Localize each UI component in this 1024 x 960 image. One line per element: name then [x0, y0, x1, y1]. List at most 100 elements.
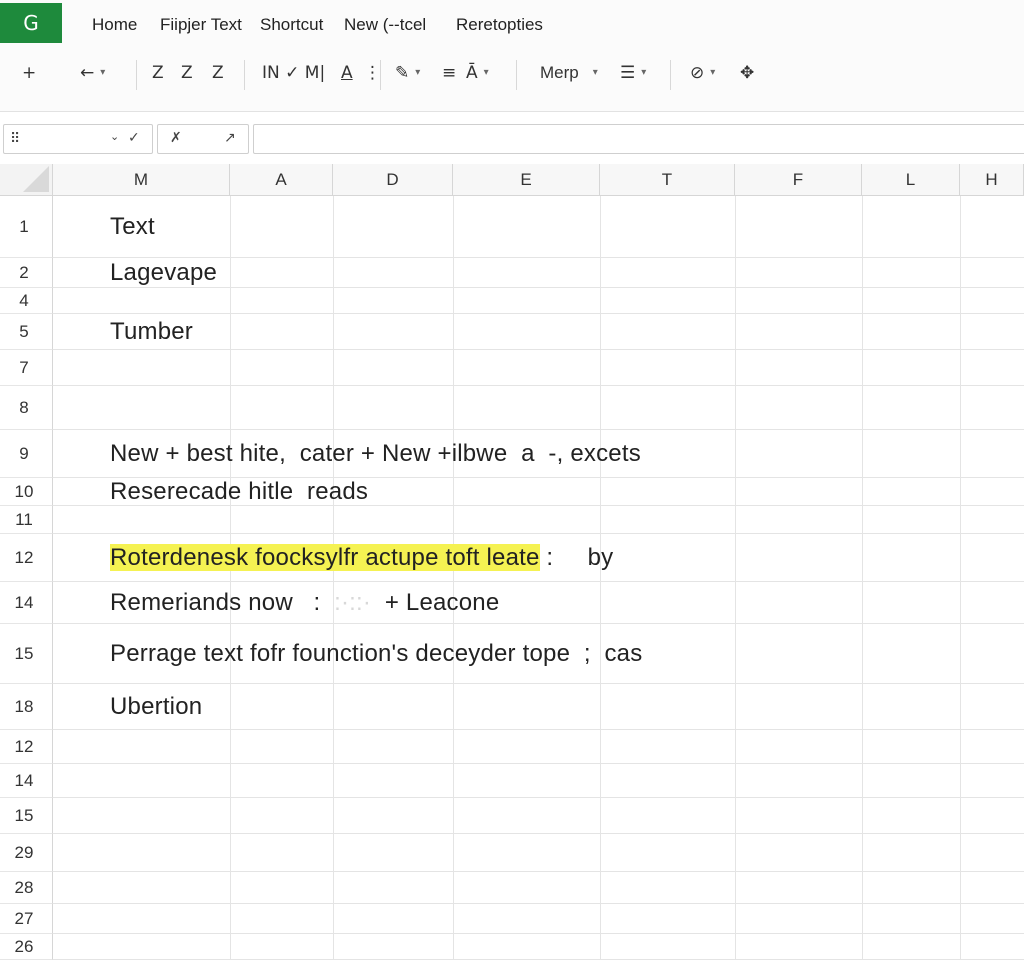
confirm-icon[interactable]: ✓: [128, 130, 140, 146]
row-header[interactable]: 5: [0, 314, 53, 350]
formula-row: ⠿ ⌄ ✓ ✗ ↗: [0, 112, 1024, 164]
row-header[interactable]: 2: [0, 258, 53, 288]
row-header[interactable]: 4: [0, 288, 53, 314]
chevron-down-icon[interactable]: ▾: [710, 67, 715, 78]
column-header-l[interactable]: L: [862, 164, 960, 196]
column-header-e[interactable]: E: [453, 164, 600, 196]
cell-content[interactable]: Text: [110, 212, 155, 242]
cell-content[interactable]: Ubertion: [110, 692, 202, 722]
format-z2-button[interactable]: Z: [181, 63, 193, 83]
row-header[interactable]: 27: [0, 904, 53, 934]
column-header-h[interactable]: H: [960, 164, 1024, 196]
toolbar-divider: [136, 60, 137, 90]
row-header[interactable]: 15: [0, 624, 53, 684]
row-header[interactable]: 12: [0, 730, 53, 764]
tool-icon[interactable]: ✥: [740, 63, 754, 83]
formula-input[interactable]: [253, 124, 1024, 154]
menu-text[interactable]: Fiipjer Text: [160, 15, 242, 35]
menu-home[interactable]: Home: [92, 15, 137, 35]
font-color-button[interactable]: A: [341, 63, 353, 83]
chevron-down-icon[interactable]: ▾: [415, 67, 420, 78]
column-header-m[interactable]: M: [53, 164, 230, 196]
chevron-down-icon[interactable]: ▾: [100, 67, 105, 78]
corner-triangle-icon: [23, 166, 49, 192]
cell-text: Remeriands now :: [110, 589, 335, 616]
app-logo[interactable]: G: [0, 3, 62, 43]
more-icon[interactable]: ⋮: [364, 63, 381, 83]
chevron-down-icon[interactable]: ▾: [641, 67, 646, 78]
toolbar-divider: [516, 60, 517, 90]
text-format-glyph: Ā: [466, 63, 478, 83]
format-z1-button[interactable]: Z: [152, 63, 164, 83]
link-icon[interactable]: ⊘ ▾: [690, 63, 715, 83]
merge-dropdown[interactable]: Merp ▾: [540, 63, 598, 83]
cell-content[interactable]: Tumber: [110, 317, 193, 347]
row-gridline: [53, 533, 1024, 534]
column-header-d[interactable]: D: [333, 164, 453, 196]
cell-content[interactable]: Remeriands now : :·::· + Leacone: [110, 588, 499, 618]
add-icon[interactable]: +: [22, 63, 36, 83]
cell-blurred-text: :·::·: [334, 589, 372, 616]
paint-format-icon[interactable]: ✎ ▾: [395, 63, 420, 83]
cell-text: Tumber: [110, 318, 193, 345]
expand-icon[interactable]: ↗: [224, 130, 236, 146]
row-header[interactable]: 12: [0, 534, 53, 582]
column-header-f[interactable]: F: [735, 164, 862, 196]
column-header-t[interactable]: T: [600, 164, 735, 196]
format-z3-button[interactable]: Z: [212, 63, 224, 83]
text-format-icon[interactable]: Ā ▾: [466, 63, 489, 83]
menu-new[interactable]: New (--tcel: [344, 15, 426, 35]
cancel-icon[interactable]: ✗: [170, 130, 182, 146]
row-header[interactable]: 15: [0, 798, 53, 834]
font-style-group[interactable]: IN ✓ M|: [262, 63, 325, 83]
row-header[interactable]: 14: [0, 764, 53, 798]
row-gridline: [53, 429, 1024, 430]
select-all-corner[interactable]: [0, 164, 53, 196]
column-gridline: [960, 196, 961, 960]
row-header[interactable]: 26: [0, 934, 53, 960]
cell-content[interactable]: Roterdenesk foocksylfr actupe toft leate…: [110, 543, 613, 573]
row-header[interactable]: 9: [0, 430, 53, 478]
column-header-a[interactable]: A: [230, 164, 333, 196]
row-gridline: [53, 581, 1024, 582]
spreadsheet-grid[interactable]: MADETFLH 1 2 4 5 7 8 9 10 11 12 14 15 18 12 14 15 29 28 27…: [0, 164, 1024, 960]
column-gridline: [862, 196, 863, 960]
cell-content[interactable]: Lagevape: [110, 258, 217, 288]
row-header[interactable]: 7: [0, 350, 53, 386]
row-header[interactable]: 18: [0, 684, 53, 730]
cell-content[interactable]: Perrage text fofr founction's deceyder t…: [110, 639, 642, 669]
row-header[interactable]: 1: [0, 196, 53, 258]
chevron-down-icon[interactable]: ⌄: [110, 130, 119, 143]
toolbar-divider: [380, 60, 381, 90]
row-header[interactable]: 8: [0, 386, 53, 430]
name-box[interactable]: ⠿ ⌄ ✓: [3, 124, 153, 154]
row-gridline: [53, 797, 1024, 798]
align-icon[interactable]: ≡: [442, 63, 456, 83]
function-box[interactable]: ✗ ↗: [157, 124, 249, 154]
row-header[interactable]: 29: [0, 834, 53, 872]
menu-properties[interactable]: Reretopties: [456, 15, 543, 35]
cell-content[interactable]: New + best hite, cater + New +ilbwe a -,…: [110, 439, 641, 469]
chevron-down-icon[interactable]: ▾: [593, 67, 598, 78]
list-icon[interactable]: ☰ ▾: [620, 63, 646, 83]
menu-shortcut[interactable]: Shortcut: [260, 15, 323, 35]
row-gridline: [53, 683, 1024, 684]
cell-text: Reserecade hitle reads: [110, 478, 369, 505]
column-gridline: [453, 196, 454, 960]
paint-glyph: ✎: [395, 63, 410, 83]
row-header[interactable]: 14: [0, 582, 53, 624]
cell-text: New + best hite, cater + New +ilbwe a -,…: [110, 440, 641, 467]
row-header[interactable]: 10: [0, 478, 53, 506]
row-gridline: [53, 385, 1024, 386]
menu-bar: G Home Fiipjer Text Shortcut New (--tcel…: [0, 0, 1024, 50]
undo-glyph: ←: [80, 63, 95, 83]
row-header[interactable]: 28: [0, 872, 53, 904]
column-gridline: [600, 196, 601, 960]
row-header[interactable]: 11: [0, 506, 53, 534]
cell-content[interactable]: Reserecade hitle reads: [110, 477, 368, 507]
undo-icon[interactable]: ← ▾: [80, 63, 105, 83]
chevron-down-icon[interactable]: ▾: [484, 67, 489, 78]
cell-text: Text: [110, 213, 155, 240]
column-gridline: [333, 196, 334, 960]
cell-text: Perrage text fofr founction's deceyder t…: [110, 640, 643, 667]
